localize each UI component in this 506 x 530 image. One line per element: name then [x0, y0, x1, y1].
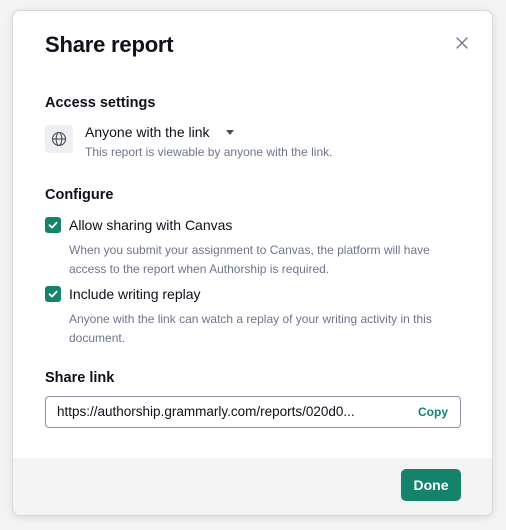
dialog-footer: Done [13, 458, 492, 515]
done-button[interactable]: Done [401, 469, 461, 501]
checkmark-icon [48, 290, 58, 298]
dialog-title: Share report [45, 32, 174, 57]
access-level-dropdown[interactable]: Anyone with the link [85, 123, 234, 141]
globe-icon [45, 125, 73, 153]
writing-replay-checkbox[interactable] [45, 286, 61, 302]
checkmark-icon [48, 221, 58, 229]
close-button[interactable] [454, 35, 470, 51]
configure-heading: Configure [45, 187, 114, 203]
share-link-heading: Share link [45, 370, 115, 386]
close-icon [454, 35, 470, 51]
access-description: This report is viewable by anyone with t… [85, 145, 333, 159]
share-link-input[interactable] [57, 397, 397, 427]
access-level-value: Anyone with the link [85, 124, 210, 140]
canvas-sharing-label[interactable]: Allow sharing with Canvas [69, 216, 232, 234]
writing-replay-label[interactable]: Include writing replay [69, 285, 201, 303]
access-settings-row: Anyone with the link This report is view… [45, 123, 465, 161]
share-report-dialog: Share report Access settings Anyone with… [12, 10, 493, 516]
canvas-sharing-description: When you submit your assignment to Canva… [69, 243, 430, 276]
copy-link-button[interactable]: Copy [418, 397, 448, 427]
share-link-box: Copy [45, 396, 461, 428]
caret-down-icon [225, 129, 234, 135]
writing-replay-description: Anyone with the link can watch a replay … [69, 312, 432, 345]
access-settings-heading: Access settings [45, 95, 156, 111]
canvas-sharing-checkbox[interactable] [45, 217, 61, 233]
